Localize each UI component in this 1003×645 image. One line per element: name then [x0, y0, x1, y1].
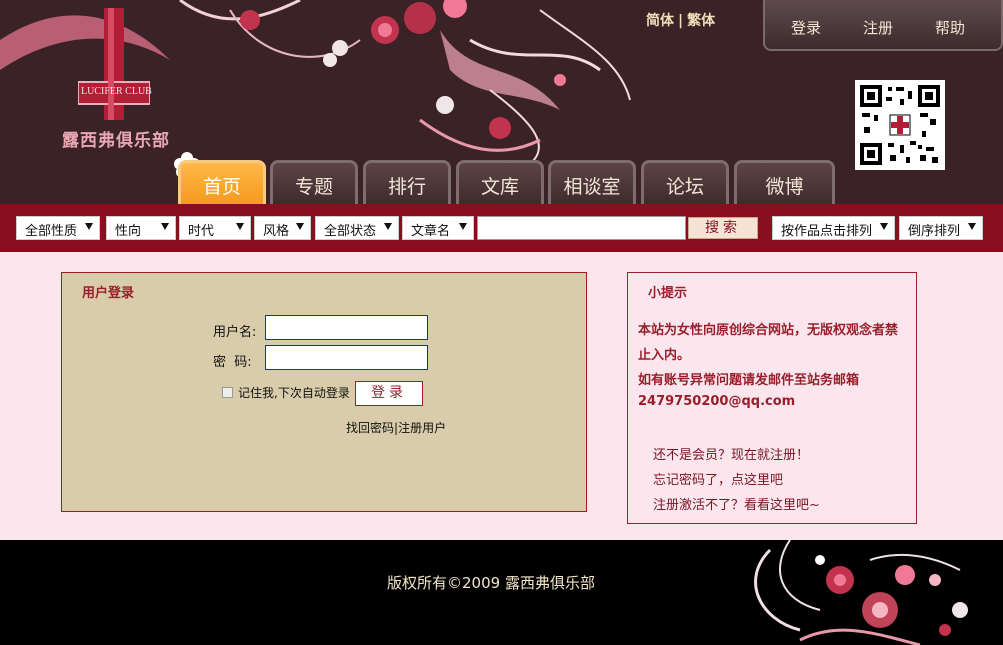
filter-era-select[interactable]: 时代 — [179, 216, 251, 240]
chevron-down-icon — [85, 223, 93, 230]
filter-orientation-select[interactable]: 性向 — [106, 216, 176, 240]
login-submit-button[interactable]: 登录 — [355, 381, 423, 406]
sort-by-select[interactable]: 按作品点击排列 — [772, 216, 895, 240]
tab-home[interactable]: 首页 — [178, 160, 266, 204]
search-field-select[interactable]: 文章名 — [402, 216, 474, 240]
search-bar: 全部性质 性向 时代 风格 全部状态 文章名 搜索 按作品点击排列 倒序排列 — [0, 204, 1003, 252]
top-register-link[interactable]: 注册 — [863, 17, 893, 38]
sort-by-value: 按作品点击排列 — [781, 224, 873, 239]
password-label: 密 码: — [213, 355, 252, 370]
tab-topics[interactable]: 专题 — [270, 160, 358, 204]
copyright-text: 版权所有©2009 露西弗俱乐部 — [387, 574, 595, 592]
tips-panel: 小提示 本站为女性向原创综合网站，无版权观念者禁 止入内。 如有账号异常问题请发… — [627, 272, 917, 524]
search-button[interactable]: 搜索 — [688, 217, 758, 239]
chevron-down-icon — [161, 223, 169, 230]
chevron-down-icon — [459, 223, 467, 230]
filter-era-value: 时代 — [188, 224, 215, 239]
chevron-down-icon — [968, 223, 976, 230]
lang-simplified-link[interactable]: 简体 — [646, 13, 674, 29]
tip-email: 2479750200@qq.com — [638, 394, 796, 409]
tab-consult-room[interactable]: 相谈室 — [548, 160, 636, 204]
site-header: LUCIFER CLUB 露西弗俱乐部 简体|繁体 登录 注册 帮助 首页 — [0, 0, 1003, 204]
chevron-down-icon — [296, 223, 304, 230]
find-password-link[interactable]: 找回密码 — [346, 421, 394, 435]
tab-weibo[interactable]: 微博 — [734, 160, 835, 204]
remember-me-label: 记住我,下次自动登录 — [238, 386, 350, 400]
filter-style-value: 风格 — [263, 224, 290, 239]
search-input[interactable] — [477, 216, 686, 240]
qr-code-icon — [860, 85, 940, 165]
site-footer: 版权所有©2009 露西弗俱乐部 — [0, 540, 1003, 645]
tab-library[interactable]: 文库 — [456, 160, 544, 204]
filter-style-select[interactable]: 风格 — [254, 216, 311, 240]
filter-status-select[interactable]: 全部状态 — [315, 216, 399, 240]
remember-me: 记住我,下次自动登录 — [222, 384, 350, 401]
tip-forgot-password-link[interactable]: 忘记密码了，点这里吧 — [653, 469, 783, 488]
login-panel-title: 用户登录 — [82, 286, 135, 301]
remember-me-checkbox[interactable] — [222, 387, 233, 398]
username-input[interactable] — [265, 315, 428, 340]
tips-panel-title: 小提示 — [648, 286, 688, 301]
site-name: 露西弗俱乐部 — [62, 131, 170, 151]
lang-traditional-link[interactable]: 繁体 — [687, 13, 715, 29]
top-help-link[interactable]: 帮助 — [935, 17, 965, 38]
username-label: 用户名: — [213, 325, 257, 340]
tip-activation-link[interactable]: 注册激活不了？看看这里吧~ — [653, 494, 820, 513]
chevron-down-icon — [236, 223, 244, 230]
sort-order-select[interactable]: 倒序排列 — [899, 216, 983, 240]
tip-register-link[interactable]: 还不是会员？现在就注册！ — [653, 444, 809, 463]
language-switcher: 简体 | 繁体 — [646, 10, 715, 30]
top-login-link[interactable]: 登录 — [791, 17, 821, 38]
search-field-value: 文章名 — [411, 224, 451, 239]
tip-line-3: 如有账号异常问题请发邮件至站务邮箱 — [638, 373, 860, 388]
logo-text: LUCIFER CLUB — [81, 86, 152, 97]
tip-line-1: 本站为女性向原创综合网站，无版权观念者禁 — [638, 323, 899, 338]
filter-orientation-value: 性向 — [115, 224, 142, 239]
chevron-down-icon — [880, 223, 888, 230]
password-input[interactable] — [265, 345, 428, 370]
qr-code — [855, 80, 945, 170]
register-user-link[interactable]: 注册用户 — [398, 421, 446, 435]
sort-order-value: 倒序排列 — [908, 224, 961, 239]
filter-status-value: 全部状态 — [324, 224, 377, 239]
top-account-box: 登录 注册 帮助 — [763, 0, 1003, 51]
login-links: 找回密码|注册用户 — [346, 419, 446, 436]
chevron-down-icon — [384, 223, 392, 230]
filter-nature-select[interactable]: 全部性质 — [16, 216, 100, 240]
login-panel: 用户登录 用户名: 密 码: 记住我,下次自动登录 登录 找回密码|注册用户 — [61, 272, 587, 512]
tab-ranking[interactable]: 排行 — [363, 160, 451, 204]
lang-separator: | — [678, 13, 684, 29]
lucifer-cross-logo-icon — [78, 8, 150, 120]
filter-nature-value: 全部性质 — [25, 224, 78, 239]
tip-line-2: 止入内。 — [638, 348, 691, 363]
tab-forum[interactable]: 论坛 — [641, 160, 729, 204]
